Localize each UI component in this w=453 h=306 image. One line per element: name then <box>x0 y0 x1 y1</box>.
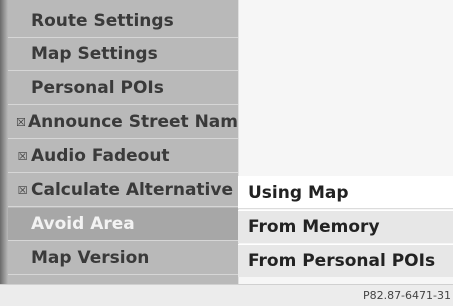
submenu-item-from-memory[interactable]: From Memory <box>238 210 453 243</box>
checkbox-icon[interactable]: ☒ <box>16 184 29 197</box>
submenu-item-label: From Personal POIs <box>248 251 436 271</box>
menu-item-label: Map Settings <box>31 44 158 64</box>
menu-item-label: Route Settings <box>31 11 174 31</box>
menu-item-label: Calculate Alternative <box>31 180 233 200</box>
menu-item-personal-pois[interactable]: Personal POIs <box>8 72 238 105</box>
reference-code: P82.87-6471-31 <box>362 289 451 302</box>
submenu-item-using-map[interactable]: Using Map <box>238 176 453 209</box>
menu-item-label: Personal POIs <box>31 78 164 98</box>
checkbox-icon[interactable]: ☒ <box>16 116 26 129</box>
menu-item-calculate-alternative[interactable]: ☒ Calculate Alternative <box>8 174 238 207</box>
menu-item-label: Audio Fadeout <box>31 146 170 166</box>
menu-item-map-version[interactable]: Map Version <box>8 242 238 275</box>
menu-item-route-settings[interactable]: Route Settings <box>8 5 238 38</box>
menu-item-audio-fadeout[interactable]: ☒ Audio Fadeout <box>8 140 238 173</box>
main-menu-panel: Route Settings Map Settings Personal POI… <box>8 0 238 284</box>
submenu-item-label: From Memory <box>248 217 380 237</box>
left-edge-bar <box>0 0 8 284</box>
menu-item-avoid-area[interactable]: Avoid Area <box>8 208 238 241</box>
submenu-item-from-personal-pois[interactable]: From Personal POIs <box>238 244 453 277</box>
footer-bar: P82.87-6471-31 <box>0 284 453 306</box>
menu-item-label: Announce Street Nam <box>27 112 238 132</box>
checkbox-icon[interactable]: ☒ <box>16 150 29 163</box>
submenu-item-label: Using Map <box>248 182 349 203</box>
menu-item-announce-street-names[interactable]: ☒ Announce Street Nam <box>8 106 238 139</box>
menu-item-label: Avoid Area <box>31 214 135 234</box>
navigation-settings-screen: Route Settings Map Settings Personal POI… <box>0 0 453 306</box>
menu-item-map-settings[interactable]: Map Settings <box>8 38 238 71</box>
menu-item-label: Map Version <box>31 248 150 268</box>
